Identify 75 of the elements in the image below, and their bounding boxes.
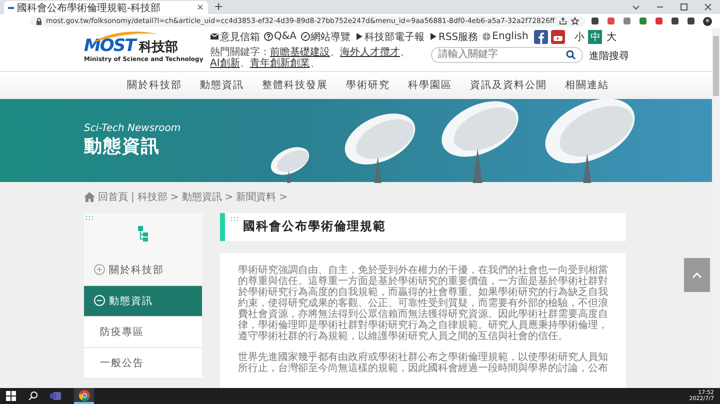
share-icon[interactable]	[558, 17, 567, 25]
header-link[interactable]: Q&A	[264, 31, 297, 42]
sitemap-icon	[138, 226, 148, 242]
browser-icon[interactable]	[78, 390, 90, 400]
logo-title: 科技部	[139, 38, 178, 56]
globe-icon	[482, 32, 492, 42]
separator: 、	[310, 58, 320, 69]
play-icon	[428, 32, 438, 42]
breadcrumb-link[interactable]: 科技部	[137, 190, 168, 204]
sidebar-item[interactable]: 關於科技部	[84, 254, 202, 286]
sidebar-item[interactable]: 一般公告	[84, 348, 202, 379]
maximize-icon[interactable]	[680, 3, 688, 11]
chat-icon[interactable]	[50, 391, 62, 401]
header-link[interactable]: 網站導覽	[300, 30, 351, 44]
question-icon	[264, 32, 273, 42]
breadcrumb-separator: |	[131, 192, 134, 203]
keyword-link[interactable]: 青年創新創業	[250, 58, 310, 69]
header-link[interactable]: RSS服務	[428, 30, 478, 44]
article-paragraph: 學術研究強調自由、自主，免於受到外在權力的干擾，在我們的社會也一向受到相當的尊重與信任。這尊重一方面是基於學術研究的重要價值，一方面是基於學術社群對於學術研究行為高度的自我規範，而贏得的社會尊重。如果學術研究的行為缺乏自我約束，使得研究成果的客觀、公正、可靠性受到質疑，而需要有外部的檢驗，不但浪費社會資源，亦將無法得到公眾信賴而無法獲得研究資源。因此學術社群需要高度自律，學術倫理即是學術社群對學術研究行為之自律規範。研究人員應秉持學術倫理，遵守學術社群的行為規範，以維護學術研究人員之間的互信與社會的信任。	[238, 264, 608, 342]
article-title: 國科會公布學術倫理規範	[243, 218, 386, 236]
search-field[interactable]: 請輸入關鍵字	[431, 46, 583, 63]
font-size-button[interactable]: 小	[572, 30, 586, 44]
breadcrumb-separator: >	[224, 192, 234, 203]
plus-circle-icon	[94, 264, 105, 276]
sidebar-item[interactable]: 防疫專區	[84, 316, 202, 348]
new-tab-button[interactable]: +	[214, 0, 224, 13]
sidebar-item[interactable]: 動態資訊	[84, 286, 202, 317]
keyword-link[interactable]: 前瞻基礎建設	[270, 46, 330, 58]
keyword-link[interactable]: AI創新	[210, 58, 240, 69]
compass-icon	[300, 32, 310, 42]
article-paragraph: 世界先進國家幾乎都有由政府或學術社群公布之學術倫理規範，以使學術研究人員知所行止，台灣卻至今尚無這樣的規範，因此國科會經過一段時間與學界的討論，公布	[238, 352, 608, 374]
avatar-icon[interactable]	[702, 16, 712, 26]
breadcrumb-link[interactable]: 動態資訊	[182, 190, 222, 204]
banner-title: 動態資訊	[84, 134, 161, 158]
nav-item[interactable]: 科學園區	[408, 78, 452, 92]
keyword-label: 熱門關鍵字：	[210, 46, 270, 58]
search-icon[interactable]	[28, 391, 38, 401]
separator: 、	[400, 46, 410, 58]
star-icon[interactable]	[570, 17, 579, 25]
browser-tab[interactable]: 國科會公布學術倫理規範-科技部 ×	[4, 1, 208, 14]
advanced-search-link[interactable]: 進階搜尋	[589, 46, 629, 63]
close-icon[interactable]	[704, 3, 712, 11]
play-icon	[354, 32, 364, 42]
home-icon[interactable]	[84, 192, 95, 202]
caret-up-icon	[692, 272, 702, 278]
breadcrumb-separator: >	[279, 192, 288, 203]
search-icon[interactable]	[566, 50, 576, 60]
nav-item[interactable]: 動態資訊	[200, 78, 244, 92]
header-link[interactable]: English	[482, 31, 528, 42]
breadcrumb-link[interactable]: 回首頁	[98, 190, 128, 204]
minus-circle-icon	[94, 295, 105, 306]
separator: 、	[330, 46, 340, 58]
font-size-button[interactable]: 大	[604, 30, 618, 44]
scrollbar[interactable]	[712, 28, 720, 388]
youtube-icon[interactable]	[551, 30, 566, 44]
nav-item[interactable]: 相關連結	[565, 78, 609, 92]
nav-item[interactable]: 整體科技發展	[262, 78, 328, 92]
mail-icon	[210, 32, 219, 42]
header-link[interactable]: 科技部電子報	[354, 30, 425, 44]
nav-item[interactable]: 資訊及資料公開	[470, 78, 547, 92]
nav-item[interactable]: 學術研究	[346, 78, 390, 92]
chevron-icon	[632, 3, 640, 11]
lock-icon	[36, 18, 42, 24]
nav-item[interactable]: 關於科技部	[127, 78, 182, 92]
font-size-button[interactable]: 中	[588, 30, 602, 44]
header-link[interactable]: 意見信箱	[210, 30, 260, 44]
facebook-icon[interactable]	[534, 30, 548, 44]
keyword-link[interactable]: 海外人才攬才	[340, 46, 400, 58]
windows-icon[interactable]	[6, 391, 16, 401]
logo-text: MOST	[84, 36, 136, 56]
separator: 、	[240, 58, 250, 69]
breadcrumb-separator: >	[170, 192, 179, 203]
breadcrumb-link[interactable]: 新聞資料	[236, 190, 276, 204]
banner-subtitle: Sci-Tech Newsroom	[84, 122, 181, 134]
tab-close-button[interactable]: ×	[196, 2, 204, 12]
